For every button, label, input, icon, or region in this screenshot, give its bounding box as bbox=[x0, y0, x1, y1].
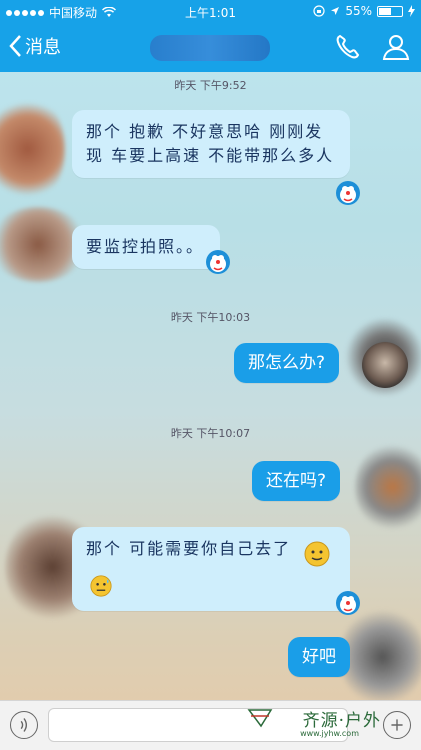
charging-icon bbox=[408, 5, 415, 17]
nav-bar: 消息 bbox=[0, 22, 421, 72]
incoming-message[interactable]: 那个 抱歉 不好意思哈 刚刚发现 车要上高速 不能带那么多人 bbox=[72, 110, 350, 178]
incoming-message[interactable]: 那个 可能需要你自己去了 bbox=[72, 527, 350, 611]
outgoing-message[interactable]: 那怎么办? bbox=[234, 343, 340, 383]
doraemon-emoji-icon bbox=[336, 181, 360, 205]
battery-icon bbox=[377, 5, 403, 17]
timestamp: 昨天 下午10:03 bbox=[170, 311, 251, 324]
redacted-avatar bbox=[0, 94, 65, 204]
watermark-url: www.jyhw.com bbox=[300, 729, 359, 738]
contact-name-redacted bbox=[150, 35, 270, 61]
timestamp: 昨天 下午10:07 bbox=[170, 427, 251, 440]
location-icon bbox=[331, 7, 340, 15]
status-bar: 中国移动 上午1:01 55% bbox=[0, 0, 421, 22]
doraemon-emoji-icon bbox=[206, 250, 230, 274]
back-label: 消息 bbox=[25, 37, 61, 58]
outgoing-message[interactable]: 好吧 bbox=[288, 637, 350, 677]
smiley-emoji-icon bbox=[304, 541, 330, 567]
outgoing-message[interactable]: 还在吗? bbox=[252, 461, 341, 501]
watermark-logo-icon bbox=[247, 709, 273, 728]
voice-input-icon[interactable] bbox=[10, 711, 38, 739]
redacted-decoration bbox=[355, 442, 421, 532]
add-icon[interactable] bbox=[383, 711, 411, 739]
sweat-emoji-icon bbox=[90, 575, 112, 597]
watermark-text: 齐源·户外 bbox=[302, 711, 381, 731]
doraemon-emoji-icon bbox=[336, 591, 360, 615]
incoming-message-text: 那个 可能需要你自己去了 bbox=[86, 539, 292, 558]
back-button[interactable]: 消息 bbox=[8, 33, 61, 59]
incoming-message[interactable]: 要监控拍照。。 bbox=[72, 225, 220, 269]
my-avatar[interactable] bbox=[362, 342, 408, 388]
battery-percent: 55% bbox=[345, 4, 372, 18]
phone-icon[interactable] bbox=[333, 32, 363, 62]
profile-icon[interactable] bbox=[381, 32, 411, 62]
rotation-lock-icon bbox=[313, 5, 325, 17]
timestamp: 昨天 下午9:52 bbox=[174, 79, 247, 92]
redacted-decoration bbox=[340, 607, 421, 707]
chevron-left-icon bbox=[9, 35, 21, 57]
chat-area[interactable]: 昨天 下午9:52 那个 抱歉 不好意思哈 刚刚发现 车要上高速 不能带那么多人… bbox=[0, 72, 421, 707]
